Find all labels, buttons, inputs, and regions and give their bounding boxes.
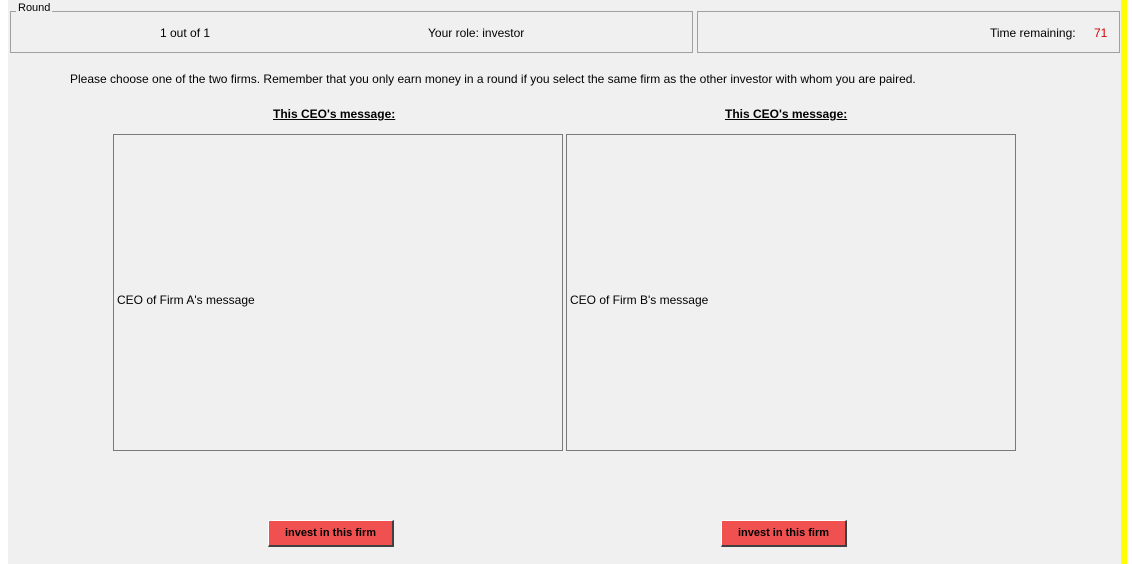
- firm-b-message-heading: This CEO's message:: [725, 107, 848, 121]
- invest-firm-b-button[interactable]: invest in this firm: [721, 520, 847, 547]
- window-edge: [1127, 0, 1132, 564]
- firm-a-message-heading: This CEO's message:: [273, 107, 396, 121]
- firm-b-message-box: CEO of Firm B's message: [566, 134, 1016, 451]
- time-remaining-label: Time remaining:: [990, 26, 1076, 40]
- firm-a-message-box: CEO of Firm A's message: [113, 134, 563, 451]
- invest-firm-a-button[interactable]: invest in this firm: [268, 520, 394, 547]
- round-info-panel: [10, 11, 693, 53]
- round-counter: 1 out of 1: [160, 26, 211, 40]
- firm-b-message-text: CEO of Firm B's message: [570, 293, 709, 307]
- firm-a-message-text: CEO of Firm A's message: [117, 293, 255, 307]
- experiment-screen: Round 1 out of 1 Your role: investor Tim…: [8, 0, 1121, 564]
- time-remaining-value: 71: [1094, 26, 1108, 40]
- role-label: Your role: investor: [428, 26, 525, 40]
- round-legend: Round: [16, 2, 53, 14]
- instructions-text: Please choose one of the two firms. Reme…: [70, 72, 916, 86]
